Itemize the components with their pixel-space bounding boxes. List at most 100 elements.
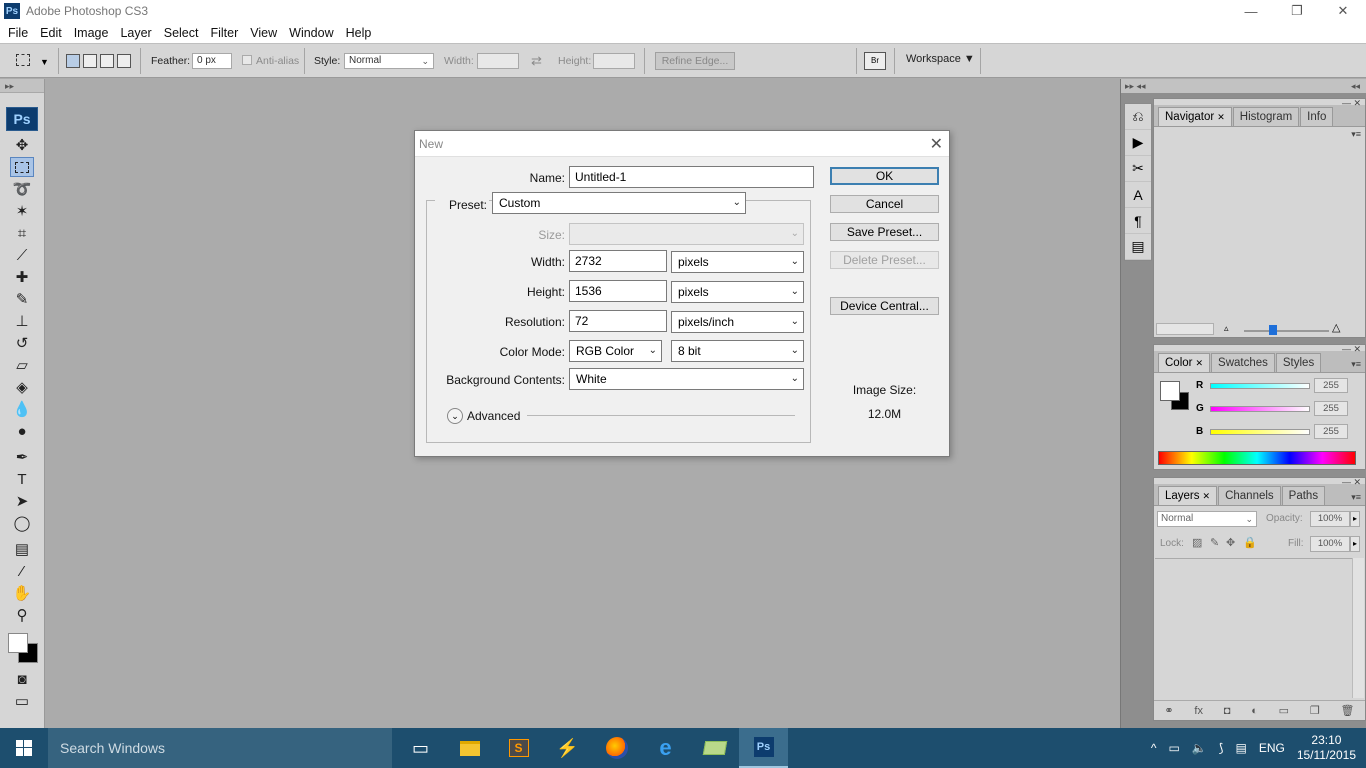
tab-swatches[interactable]: Swatches — [1211, 353, 1275, 372]
cancel-button[interactable]: Cancel — [830, 195, 939, 213]
tab-info[interactable]: Info — [1300, 107, 1334, 126]
volume-icon[interactable]: 🔈 — [1192, 741, 1207, 755]
lock-pixels-icon[interactable]: ✎ — [1210, 536, 1219, 549]
lasso-tool-icon[interactable]: ➰ — [10, 179, 34, 199]
history-panel-icon[interactable]: ⎌ — [1125, 104, 1151, 130]
color-swatches[interactable] — [6, 631, 40, 665]
advanced-toggle-icon[interactable]: ⌄ — [447, 408, 463, 424]
edge-icon[interactable]: e — [641, 728, 690, 768]
channel-slider[interactable] — [1210, 429, 1310, 435]
subtract-selection-icon[interactable] — [100, 54, 114, 68]
panel-close-icon[interactable]: — ✕ — [1342, 344, 1361, 355]
color-spectrum-bar[interactable] — [1158, 451, 1356, 465]
height-unit-select[interactable]: pixels ⌄ — [671, 281, 804, 303]
path-selection-tool-icon[interactable]: ➤ — [10, 491, 34, 511]
size-select[interactable]: ⌄ — [569, 223, 804, 245]
layer-style-icon[interactable]: fx — [1194, 705, 1203, 717]
delete-layer-icon[interactable]: 🗑 — [1341, 704, 1355, 717]
eyedropper-tool-icon[interactable]: ⁄ — [10, 561, 34, 581]
layers-scrollbar[interactable] — [1352, 558, 1364, 698]
swap-icon[interactable]: ⇄ — [531, 53, 542, 69]
magic-wand-tool-icon[interactable]: ✶ — [10, 201, 34, 221]
refine-edge-button[interactable]: Refine Edge... — [655, 52, 735, 70]
bridge-icon[interactable]: Br — [864, 52, 886, 70]
menu-help[interactable]: Help — [340, 26, 378, 40]
actions-panel-icon[interactable]: ▶ — [1125, 130, 1151, 156]
tool-presets-icon[interactable]: ✂ — [1125, 156, 1151, 182]
name-input[interactable]: Untitled-1 — [569, 166, 814, 188]
foreground-color[interactable] — [8, 633, 28, 653]
menu-image[interactable]: Image — [68, 26, 115, 40]
firefox-icon[interactable] — [592, 728, 641, 768]
file-explorer-icon[interactable] — [445, 728, 494, 768]
close-window-button[interactable]: ✕ — [1320, 0, 1366, 22]
layer-mask-icon[interactable]: ◘ — [1224, 705, 1231, 717]
crop-tool-icon[interactable]: ⌗ — [10, 223, 34, 243]
battery-icon[interactable]: ▭ — [1168, 741, 1179, 755]
healing-brush-tool-icon[interactable]: ✚ — [10, 267, 34, 287]
paragraph-panel-icon[interactable]: ¶ — [1125, 208, 1151, 234]
sublime-text-icon[interactable]: S — [494, 728, 543, 768]
slider-thumb-icon[interactable] — [1269, 325, 1277, 335]
color-fg-swatch[interactable] — [1160, 381, 1180, 401]
panel-menu-icon[interactable]: ▾≡ — [1351, 129, 1361, 140]
panel-close-icon[interactable]: — ✕ — [1342, 98, 1361, 109]
menu-layer[interactable]: Layer — [114, 26, 157, 40]
bg-contents-select[interactable]: White ⌄ — [569, 368, 804, 390]
tab-navigator[interactable]: Navigator ✕ — [1158, 107, 1232, 126]
adjustment-layer-icon[interactable]: ◐ — [1251, 705, 1258, 717]
lock-all-icon[interactable]: 🔒 — [1243, 536, 1257, 549]
menu-file[interactable]: File — [2, 26, 34, 40]
marquee-tool-preset-icon[interactable]: ▼ — [14, 51, 50, 71]
tab-styles[interactable]: Styles — [1275, 353, 1322, 372]
tab-histogram[interactable]: Histogram — [1232, 107, 1300, 126]
antialias-checkbox[interactable] — [242, 55, 252, 65]
eraser-tool-icon[interactable]: ▱ — [10, 355, 34, 375]
dodge-tool-icon[interactable]: ● — [10, 421, 34, 441]
zoom-tool-icon[interactable]: ⚲ — [10, 605, 34, 625]
width-unit-select[interactable]: pixels ⌄ — [671, 251, 804, 273]
action-center-icon[interactable]: ▤ — [1235, 741, 1246, 755]
brush-tool-icon[interactable]: ✎ — [10, 289, 34, 309]
width-input[interactable] — [477, 53, 519, 69]
menu-window[interactable]: Window — [283, 26, 339, 40]
tab-channels[interactable]: Channels — [1218, 486, 1281, 505]
toolbox-grip[interactable]: ▸▸ — [0, 79, 44, 93]
ok-button[interactable]: OK — [830, 167, 939, 185]
fill-arrow-icon[interactable]: ▸ — [1350, 536, 1360, 552]
lock-transparent-icon[interactable]: ▨ — [1192, 536, 1202, 549]
navigator-zoom-slider[interactable] — [1244, 330, 1329, 332]
fill-input[interactable]: 100% — [1310, 536, 1350, 552]
blend-mode-select[interactable]: Normal ⌄ — [1157, 511, 1257, 527]
history-brush-tool-icon[interactable]: ↺ — [10, 333, 34, 353]
menu-edit[interactable]: Edit — [34, 26, 68, 40]
new-group-icon[interactable]: ▭ — [1279, 704, 1289, 717]
intersect-selection-icon[interactable] — [117, 54, 131, 68]
new-selection-icon[interactable] — [66, 54, 80, 68]
new-layer-icon[interactable]: ❐ — [1310, 704, 1320, 717]
link-layers-icon[interactable]: ⚭ — [1164, 704, 1173, 717]
opacity-input[interactable]: 100% — [1310, 511, 1350, 527]
restore-button[interactable]: ❐ — [1274, 0, 1320, 22]
pen-tool-icon[interactable]: ✒ — [10, 447, 34, 467]
photoshop-taskbar-icon[interactable]: Ps — [739, 728, 788, 768]
task-view-icon[interactable]: ▭ — [396, 728, 445, 768]
opacity-arrow-icon[interactable]: ▸ — [1350, 511, 1360, 527]
zoom-in-icon[interactable]: △ — [1332, 321, 1340, 334]
layers-list[interactable] — [1155, 558, 1352, 698]
tab-paths[interactable]: Paths — [1281, 486, 1326, 505]
channel-value[interactable]: 255 — [1314, 378, 1348, 393]
paint-bucket-tool-icon[interactable]: ◈ — [10, 377, 34, 397]
save-preset-button[interactable]: Save Preset... — [830, 223, 939, 241]
panel-menu-icon[interactable]: ▾≡ — [1351, 359, 1361, 370]
menu-select[interactable]: Select — [158, 26, 205, 40]
ellipse-tool-icon[interactable]: ◯ — [10, 513, 34, 533]
language-indicator[interactable]: ENG — [1259, 741, 1285, 755]
preset-select[interactable]: Custom ⌄ — [492, 192, 746, 214]
channel-slider[interactable] — [1210, 406, 1310, 412]
clock[interactable]: 23:10 15/11/2015 — [1297, 733, 1356, 763]
lock-position-icon[interactable]: ✥ — [1226, 536, 1235, 549]
type-tool-icon[interactable]: T — [10, 469, 34, 489]
show-hidden-icons-icon[interactable]: ^ — [1151, 741, 1157, 755]
navigator-zoom-field[interactable] — [1156, 323, 1214, 335]
